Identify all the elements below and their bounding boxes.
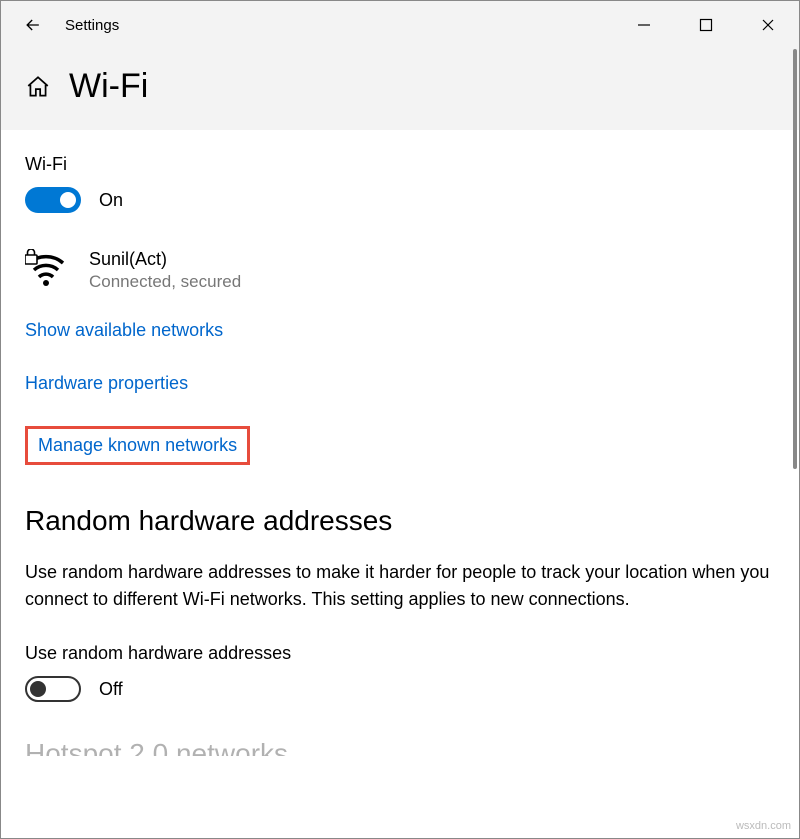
wifi-secured-icon: [25, 249, 65, 289]
watermark: wsxdn.com: [736, 820, 791, 832]
content-area: Wi-Fi On Sunil(Act) Connected, secured S…: [1, 130, 799, 831]
toggle-knob: [60, 192, 76, 208]
manage-known-networks-link[interactable]: Manage known networks: [38, 435, 237, 456]
random-hw-description: Use random hardware addresses to make it…: [25, 559, 775, 613]
wifi-section-label: Wi-Fi: [25, 154, 775, 175]
hotspot-heading: Hotspot 2.0 networks: [25, 738, 775, 756]
caption-controls: [613, 1, 799, 49]
scrollbar[interactable]: [793, 49, 797, 469]
network-status: Connected, secured: [89, 272, 241, 292]
maximize-button[interactable]: [675, 1, 737, 49]
titlebar: Settings: [1, 1, 799, 49]
wifi-toggle-row: On: [25, 187, 775, 213]
random-hw-toggle-row: Off: [25, 676, 775, 702]
random-hw-toggle-label: Use random hardware addresses: [25, 643, 775, 664]
hardware-properties-link[interactable]: Hardware properties: [25, 373, 188, 394]
home-icon[interactable]: [25, 74, 51, 100]
close-button[interactable]: [737, 1, 799, 49]
minimize-button[interactable]: [613, 1, 675, 49]
random-hw-toggle-state: Off: [99, 679, 123, 700]
random-hw-heading: Random hardware addresses: [25, 505, 775, 537]
highlight-box: Manage known networks: [25, 426, 250, 465]
back-button[interactable]: [1, 1, 65, 49]
random-hw-toggle[interactable]: [25, 676, 81, 702]
page-header: Wi-Fi: [1, 49, 799, 130]
show-available-networks-link[interactable]: Show available networks: [25, 320, 223, 341]
network-name: Sunil(Act): [89, 249, 241, 270]
wifi-toggle[interactable]: [25, 187, 81, 213]
active-network[interactable]: Sunil(Act) Connected, secured: [25, 249, 775, 292]
toggle-knob: [30, 681, 46, 697]
wifi-toggle-label: On: [99, 190, 123, 211]
app-title: Settings: [65, 17, 119, 34]
page-title: Wi-Fi: [69, 67, 148, 106]
